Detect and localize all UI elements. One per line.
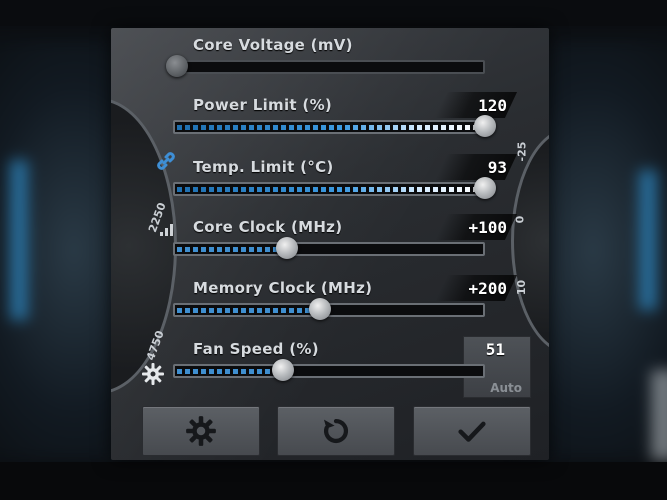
slider-fill bbox=[177, 369, 281, 374]
slider-value: +200 bbox=[468, 279, 507, 298]
slider-row-power-limit: Power Limit (%) 120 bbox=[111, 92, 549, 156]
slider-knob[interactable] bbox=[309, 298, 331, 320]
checkmark-icon bbox=[455, 414, 489, 448]
slider-row-core-clock: Core Clock (MHz) +100 bbox=[111, 214, 549, 278]
slider-knob[interactable] bbox=[272, 359, 294, 381]
slider-value: 93 bbox=[487, 158, 507, 177]
slider-fill bbox=[177, 247, 285, 252]
slider-label: Power Limit (%) bbox=[193, 96, 333, 114]
core-voltage-slider[interactable] bbox=[166, 55, 485, 77]
gear-icon bbox=[184, 414, 218, 448]
fan-speed-slider[interactable] bbox=[173, 359, 485, 381]
slider-fill bbox=[177, 308, 317, 313]
power-limit-slider[interactable] bbox=[173, 115, 496, 137]
slider-label: Temp. Limit (°C) bbox=[193, 158, 334, 176]
slider-knob[interactable] bbox=[276, 237, 298, 259]
temp-limit-slider[interactable] bbox=[173, 177, 496, 199]
memory-clock-slider[interactable] bbox=[173, 298, 485, 320]
slider-label: Fan Speed (%) bbox=[193, 340, 319, 358]
slider-label: Core Clock (MHz) bbox=[193, 218, 343, 236]
reset-icon bbox=[319, 414, 353, 448]
slider-knob[interactable] bbox=[474, 177, 496, 199]
slider-row-temp-limit: Temp. Limit (°C) 93 bbox=[111, 154, 549, 218]
slider-label: Memory Clock (MHz) bbox=[193, 279, 373, 297]
slider-knob[interactable] bbox=[166, 55, 188, 77]
slider-fill bbox=[177, 187, 481, 192]
slider-row-memory-clock: Memory Clock (MHz) +200 bbox=[111, 275, 549, 339]
slider-row-core-voltage: Core Voltage (mV) bbox=[111, 36, 549, 96]
overclock-panel: 2250 4750 -25 0 10 Core Voltage (mV) Pow… bbox=[111, 28, 549, 460]
core-clock-slider[interactable] bbox=[173, 237, 485, 259]
slider-fill bbox=[177, 125, 481, 130]
reset-button[interactable] bbox=[277, 406, 395, 456]
slider-value: 120 bbox=[478, 96, 507, 115]
slider-value: +100 bbox=[468, 218, 507, 237]
settings-button[interactable] bbox=[142, 406, 260, 456]
slider-row-fan-speed: Fan Speed (%) 51 bbox=[111, 340, 549, 400]
slider-label: Core Voltage (mV) bbox=[193, 36, 353, 54]
slider-value: 51 bbox=[485, 340, 505, 359]
apply-button[interactable] bbox=[413, 406, 531, 456]
slider-knob[interactable] bbox=[474, 115, 496, 137]
